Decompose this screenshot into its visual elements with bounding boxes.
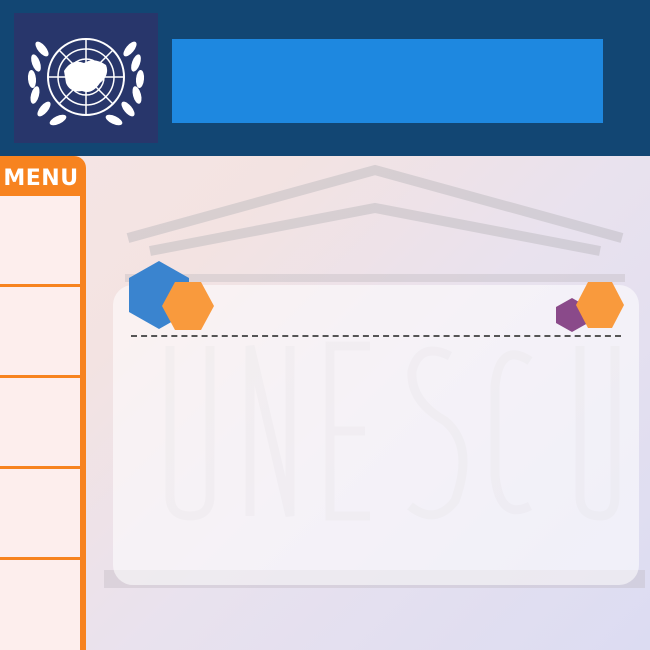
sidebar-menu: MENU: [0, 156, 86, 650]
header-bar: [0, 0, 650, 156]
sidebar-item-5[interactable]: [0, 560, 80, 650]
menu-label[interactable]: MENU: [0, 159, 82, 199]
orange-hexagon-icon: [576, 282, 624, 328]
sidebar-item-2[interactable]: [0, 287, 80, 375]
sidebar-item-4[interactable]: [0, 469, 80, 557]
sidebar-item-3[interactable]: [0, 378, 80, 466]
sidebar-item-1[interactable]: [0, 196, 80, 284]
orange-hexagon-icon: [162, 282, 214, 330]
title-bar: [172, 39, 603, 123]
dashed-divider: [131, 335, 621, 337]
un-logo[interactable]: [14, 13, 158, 143]
un-emblem-icon: [27, 38, 145, 126]
